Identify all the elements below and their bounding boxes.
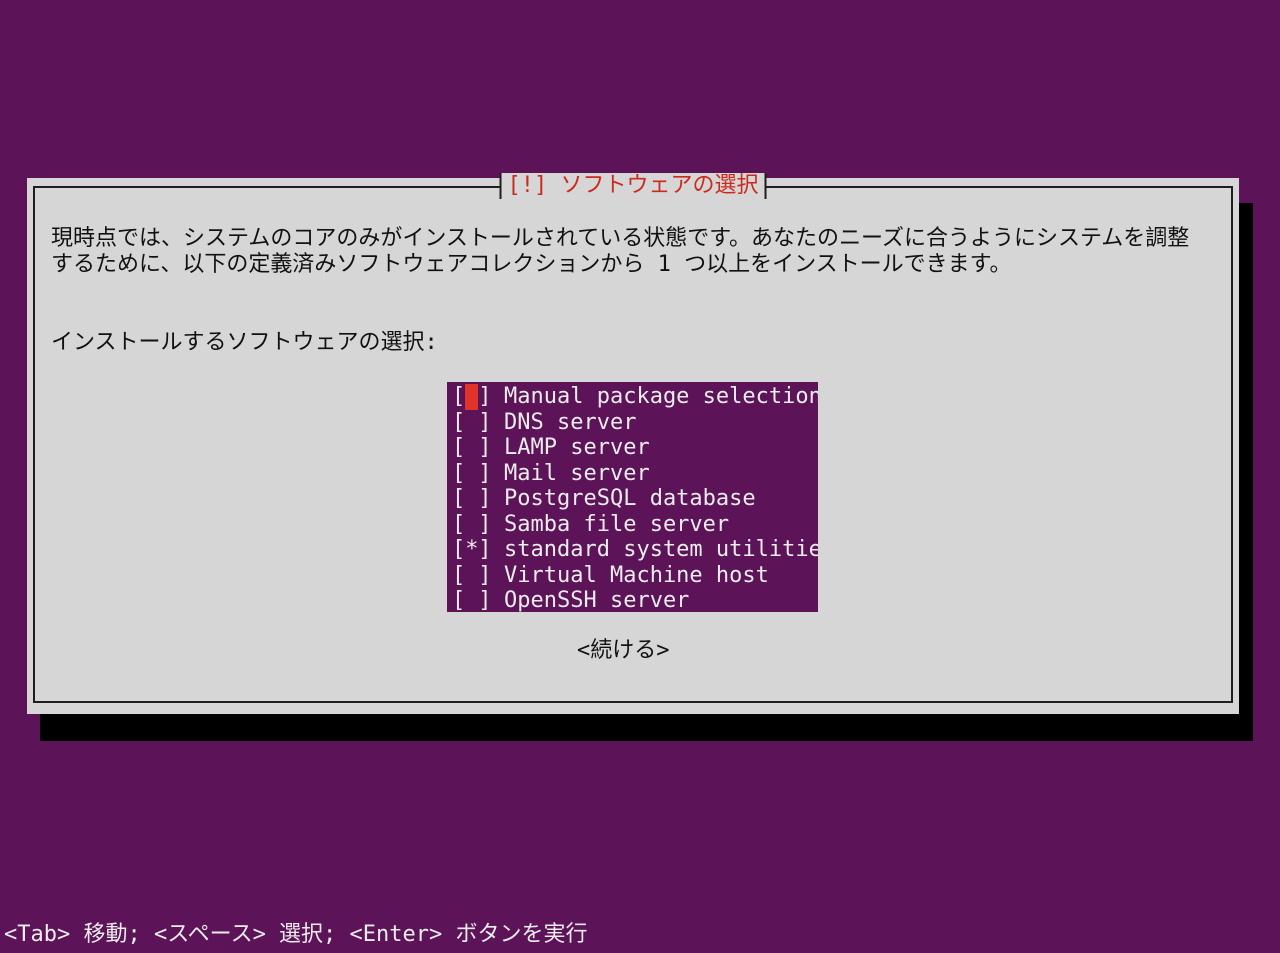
continue-button[interactable]: <続ける> [577,636,670,666]
list-item-lamp-server[interactable]: [ ] LAMP server [447,435,818,461]
checkbox[interactable]: [ ] [447,384,492,410]
list-item-dns-server[interactable]: [ ] DNS server [447,410,818,436]
checkbox[interactable]: [ ] [447,512,492,538]
checkbox[interactable]: [ ] [447,410,492,436]
item-label: Samba file server [504,511,730,537]
dialog-description: 現時点では、システムのコアのみがインストールされている状態です。あなたのニーズに… [51,226,1190,277]
checkbox[interactable]: [ ] [447,486,492,512]
item-label: DNS server [504,409,637,435]
list-item-openssh-server[interactable]: [ ] OpenSSH server [447,588,818,612]
checkbox[interactable]: [ ] [447,588,492,612]
software-list[interactable]: [ ] Manual package selection [ ] DNS ser… [447,382,818,612]
item-label: LAMP server [504,435,650,460]
item-label: Virtual Machine host [504,562,769,588]
checkbox[interactable]: [ ] [447,563,492,589]
list-item-postgresql-database[interactable]: [ ] PostgreSQL database [447,486,818,512]
item-label: OpenSSH server [504,588,690,612]
item-label: standard system utilities [504,537,818,562]
list-item-manual-package-selection[interactable]: [ ] Manual package selection [447,384,818,410]
cursor-mark [465,384,479,410]
item-label: PostgreSQL database [504,486,756,511]
checkbox[interactable]: [ ] [447,435,492,461]
selection-prompt: インストールするソフトウェアの選択: [51,330,438,355]
checkbox[interactable]: [ ] [447,461,492,487]
list-item-standard-system-utilities[interactable]: [*] standard system utilities [447,537,818,563]
list-item-samba-file-server[interactable]: [ ] Samba file server [447,512,818,538]
item-label: Manual package selection [504,384,818,409]
dialog-title: [!] ソフトウェアの選択 [499,173,767,199]
checkbox[interactable]: [*] [447,537,492,563]
list-item-mail-server[interactable]: [ ] Mail server [447,461,818,487]
status-bar-hint: <Tab> 移動; <スペース> 選択; <Enter> ボタンを実行 [4,922,588,947]
item-label: Mail server [504,460,650,486]
list-item-virtual-machine-host[interactable]: [ ] Virtual Machine host [447,563,818,589]
